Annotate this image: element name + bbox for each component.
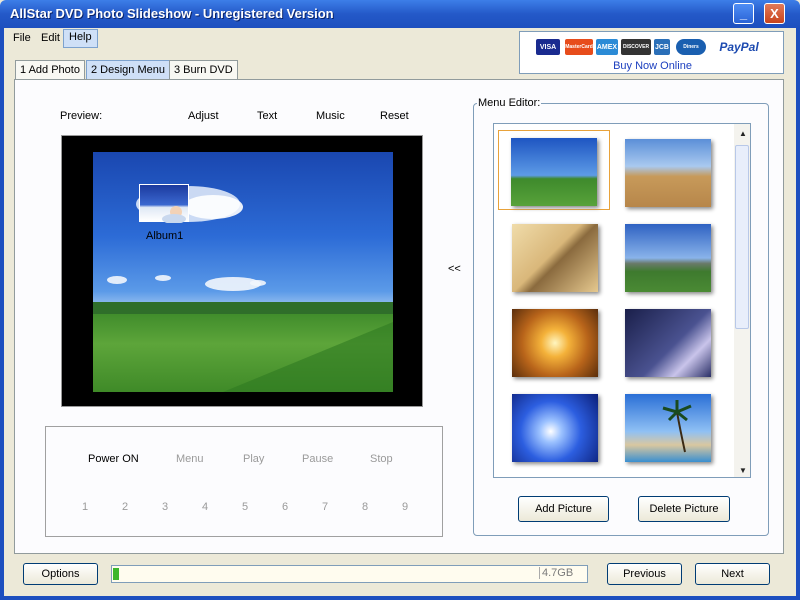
remote-control-panel (45, 426, 443, 537)
window-frame-right (796, 28, 800, 600)
text-link[interactable]: Text (257, 110, 277, 122)
disc-space-progress-fill (113, 568, 119, 580)
tab-add-photo[interactable]: 1 Add Photo (15, 60, 85, 79)
music-link[interactable]: Music (316, 110, 345, 122)
window-frame-bottom (0, 596, 800, 600)
close-button[interactable]: X (764, 3, 785, 24)
disc-capacity-label: 4.7GB (539, 567, 573, 579)
number-button-7[interactable]: 7 (322, 501, 328, 513)
menu-help[interactable]: Help (63, 29, 98, 48)
menu-background-image (93, 152, 393, 392)
disc-space-progress-bar (111, 565, 588, 583)
thumbnail-blue-light-burst[interactable] (498, 385, 610, 465)
scroll-down-arrow-icon[interactable]: ▼ (739, 466, 747, 475)
number-button-3[interactable]: 3 (162, 501, 168, 513)
tab-design-menu[interactable]: 2 Design Menu (86, 60, 170, 79)
play-button[interactable]: Play (243, 453, 264, 465)
minimize-button[interactable]: _ (733, 3, 754, 24)
power-on-button[interactable]: Power ON (88, 453, 139, 465)
menu-bar: File Edit Help (4, 28, 514, 48)
paypal-icon: PayPal (719, 40, 759, 54)
number-button-2[interactable]: 2 (122, 501, 128, 513)
mastercard-icon: MasterCard (565, 39, 593, 55)
number-button-9[interactable]: 9 (402, 501, 408, 513)
reset-link[interactable]: Reset (380, 110, 409, 122)
thumbnail-stonehenge[interactable] (612, 215, 724, 295)
thumbnail-sand-dune-plant[interactable] (498, 215, 610, 295)
number-button-5[interactable]: 5 (242, 501, 248, 513)
album-label[interactable]: Album1 (146, 230, 183, 242)
options-button[interactable]: Options (23, 563, 98, 585)
menu-button[interactable]: Menu (176, 453, 204, 465)
scroll-up-arrow-icon[interactable]: ▲ (739, 129, 747, 138)
number-button-8[interactable]: 8 (362, 501, 368, 513)
menu-editor-title: Menu Editor: (477, 97, 542, 109)
thumbnail-golden-sunset[interactable] (498, 300, 610, 380)
visa-icon: VISA (536, 39, 560, 55)
amex-icon: AMEX (596, 39, 618, 55)
thumbnail-lightning-storm[interactable] (612, 300, 724, 380)
number-button-6[interactable]: 6 (282, 501, 288, 513)
discover-icon: DISCOVER (621, 39, 651, 55)
diners-icon: Diners (676, 39, 706, 55)
stop-button[interactable]: Stop (370, 453, 393, 465)
previous-button[interactable]: Previous (607, 563, 682, 585)
buy-now-link[interactable]: Buy Now Online (520, 60, 785, 72)
thumbnail-palm-tree-beach[interactable] (612, 385, 724, 465)
adjust-link[interactable]: Adjust (188, 110, 219, 122)
window-title: AllStar DVD Photo Slideshow - Unregister… (10, 6, 334, 21)
add-picture-button[interactable]: Add Picture (518, 496, 609, 522)
background-thumbnail-list[interactable] (493, 123, 751, 478)
menu-edit[interactable]: Edit (36, 31, 65, 45)
scrollbar-thumb[interactable] (735, 145, 749, 329)
apply-background-button[interactable]: << (448, 263, 461, 275)
delete-picture-button[interactable]: Delete Picture (638, 496, 730, 522)
menu-file[interactable]: File (8, 31, 36, 45)
buy-now-panel[interactable]: VISA MasterCard AMEX DISCOVER JCB Diners… (519, 31, 784, 74)
window-frame-left (0, 28, 4, 600)
album-thumbnail[interactable] (139, 184, 189, 224)
thumbnail-wheat-field-path[interactable] (612, 130, 724, 210)
pause-button[interactable]: Pause (302, 453, 333, 465)
next-button[interactable]: Next (695, 563, 770, 585)
preview-label: Preview: (60, 110, 103, 122)
jcb-icon: JCB (654, 39, 670, 55)
thumbnail-green-field-sky[interactable] (498, 130, 610, 210)
tab-burn-dvd[interactable]: 3 Burn DVD (169, 60, 238, 79)
number-button-1[interactable]: 1 (82, 501, 88, 513)
number-button-4[interactable]: 4 (202, 501, 208, 513)
